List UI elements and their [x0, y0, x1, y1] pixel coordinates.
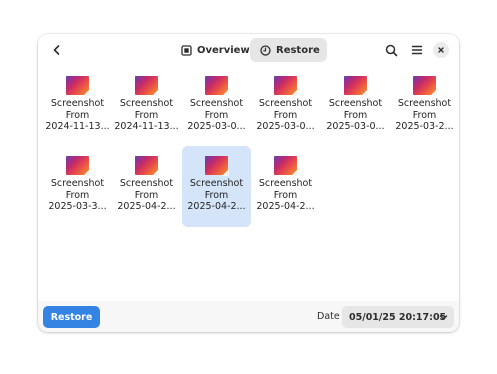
file-name-line: 2025-03-2...: [395, 121, 454, 132]
file-item[interactable]: Screenshot From 2024-11-13...: [112, 66, 181, 147]
file-name-line: From: [65, 189, 90, 201]
header-bar: Overview Restore: [38, 34, 459, 66]
date-dropdown[interactable]: 05/01/25 20:17:05: [342, 306, 454, 328]
file-name-line: 2025-04-2...: [256, 201, 315, 212]
file-name-line: Screenshot: [258, 98, 313, 109]
search-icon: [385, 44, 397, 56]
file-name-line: Screenshot: [189, 178, 244, 189]
file-name-line: From: [204, 109, 229, 121]
file-name: Screenshot From 2025-03-0...: [321, 98, 390, 133]
file-name-line: 2025-04-2...: [187, 201, 246, 212]
file-name-line: 2025-03-0...: [326, 121, 385, 132]
file-name-line: From: [273, 189, 298, 201]
search-button[interactable]: [378, 37, 404, 63]
file-name-line: Screenshot: [50, 178, 105, 189]
tab-restore-label: Restore: [276, 44, 320, 56]
image-file-icon: [135, 156, 159, 176]
action-bar: Restore Date 05/01/25 20:17:05: [38, 301, 459, 332]
file-name-line: 2025-03-3...: [48, 201, 107, 212]
file-name-line: From: [204, 189, 229, 201]
file-item[interactable]: Screenshot From 2025-04-2...: [251, 146, 320, 227]
file-name-line: From: [343, 109, 368, 121]
file-name-line: Screenshot: [189, 98, 244, 109]
file-name-line: 2024-11-13...: [114, 121, 179, 132]
image-file-icon: [205, 76, 229, 96]
clock-icon: [260, 44, 271, 56]
file-item[interactable]: Screenshot From 2025-03-0...: [182, 66, 251, 147]
file-name: Screenshot From 2025-03-0...: [182, 98, 251, 133]
file-name-line: From: [134, 189, 159, 201]
hamburger-menu-icon: [411, 45, 423, 55]
tab-overview[interactable]: Overview: [171, 38, 251, 62]
file-name: Screenshot From 2025-03-3...: [43, 178, 112, 213]
image-file-icon: [205, 156, 229, 176]
file-name-line: Screenshot: [119, 178, 174, 189]
main-menu-button[interactable]: [404, 37, 430, 63]
file-name: Screenshot From 2025-04-2...: [251, 178, 320, 213]
file-name: Screenshot From 2024-11-13...: [43, 98, 112, 133]
file-name-line: Screenshot: [328, 98, 383, 109]
image-file-icon: [66, 156, 90, 176]
file-name-line: Screenshot: [258, 178, 313, 189]
close-button[interactable]: [433, 42, 449, 58]
chevron-down-icon: [439, 315, 448, 320]
file-name-line: From: [412, 109, 437, 121]
file-name: Screenshot From 2025-04-2...: [182, 178, 251, 213]
date-value: 05/01/25 20:17:05: [349, 311, 447, 323]
deja-dup-window: Overview Restore Screenshot From 2024-11…: [38, 34, 459, 332]
back-button[interactable]: [44, 37, 70, 63]
file-item[interactable]: Screenshot From 2024-11-13...: [43, 66, 112, 147]
file-name-line: From: [273, 109, 298, 121]
file-name-line: 2024-11-13...: [45, 121, 110, 132]
file-item[interactable]: Screenshot From 2025-03-0...: [251, 66, 320, 147]
image-file-icon: [274, 156, 298, 176]
file-name-line: Screenshot: [397, 98, 452, 109]
file-name: Screenshot From 2024-11-13...: [112, 98, 181, 133]
back-arrow-icon: [53, 45, 60, 55]
image-file-icon: [344, 76, 368, 96]
file-name-line: From: [134, 109, 159, 121]
file-item[interactable]: Screenshot From 2025-04-2...: [112, 146, 181, 227]
tab-restore[interactable]: Restore: [250, 38, 327, 62]
overview-icon: [181, 44, 192, 56]
file-item[interactable]: Screenshot From 2025-04-2...: [182, 146, 251, 227]
restore-button[interactable]: Restore: [43, 306, 100, 328]
file-item[interactable]: Screenshot From 2025-03-0...: [321, 66, 390, 147]
date-label: Date: [317, 311, 340, 322]
tab-overview-label: Overview: [197, 44, 250, 56]
close-icon: [438, 47, 444, 53]
image-file-icon: [413, 76, 437, 96]
file-name-line: 2025-04-2...: [117, 201, 176, 212]
file-item[interactable]: Screenshot From 2025-03-3...: [43, 146, 112, 227]
file-name-line: Screenshot: [50, 98, 105, 109]
file-name-line: From: [65, 109, 90, 121]
image-file-icon: [274, 76, 298, 96]
image-file-icon: [66, 76, 90, 96]
file-name: Screenshot From 2025-04-2...: [112, 178, 181, 213]
file-item[interactable]: Screenshot From 2025-03-2...: [390, 66, 459, 147]
file-grid: Screenshot From 2024-11-13... Screenshot Fro…: [38, 66, 459, 301]
file-name: Screenshot From 2025-03-2...: [390, 98, 459, 133]
file-name-line: Screenshot: [119, 98, 174, 109]
file-name: Screenshot From 2025-03-0...: [251, 98, 320, 133]
file-name-line: 2025-03-0...: [187, 121, 246, 132]
file-name-line: 2025-03-0...: [256, 121, 315, 132]
image-file-icon: [135, 76, 159, 96]
